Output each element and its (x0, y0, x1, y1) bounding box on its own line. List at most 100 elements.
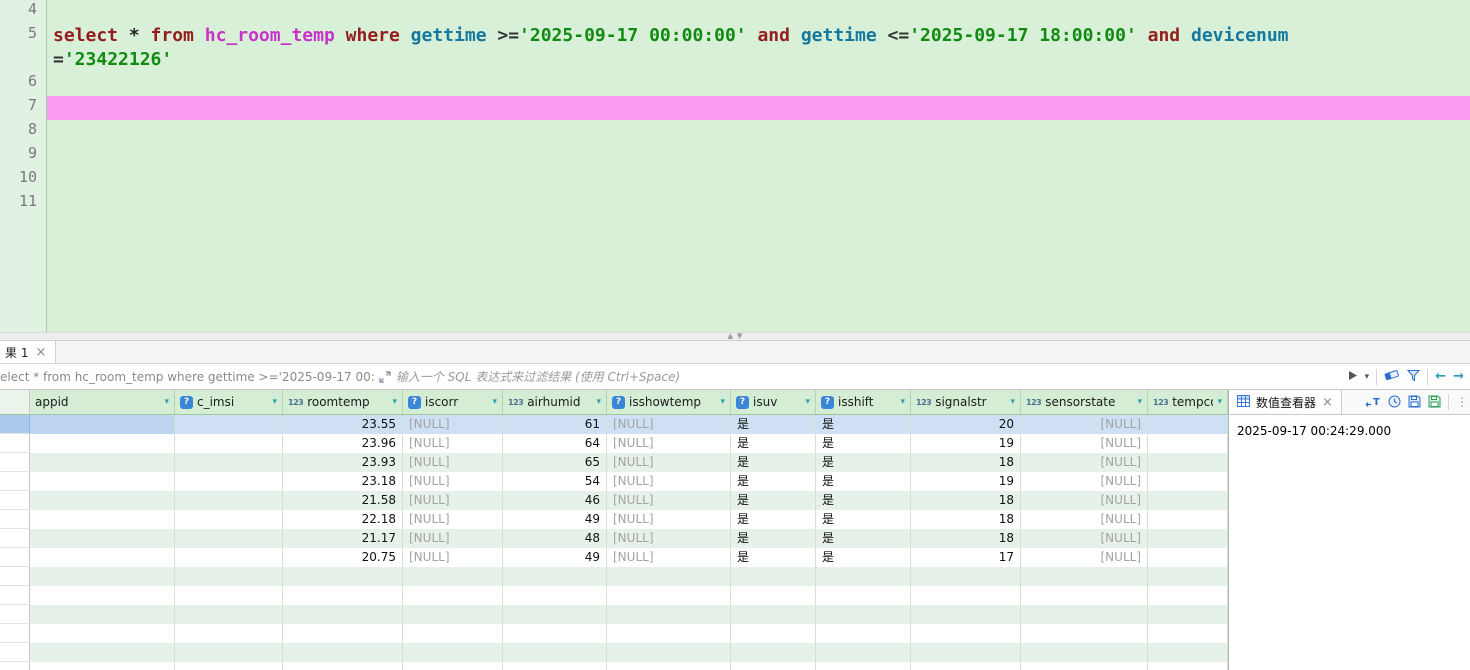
table-cell[interactable]: [NULL] (607, 491, 731, 510)
table-cell[interactable]: 18 (911, 510, 1021, 529)
next-page-icon[interactable]: → (1453, 370, 1464, 383)
column-header-airhumid[interactable]: 123 airhumid ▾ (503, 390, 607, 414)
table-cell[interactable]: 23.18 (283, 472, 403, 491)
table-cell[interactable] (30, 453, 175, 472)
filter-input[interactable] (395, 369, 1348, 384)
table-cell[interactable] (30, 548, 175, 567)
table-cell[interactable] (30, 434, 175, 453)
column-header-roomtemp[interactable]: 123 roomtemp ▾ (283, 390, 403, 414)
table-cell[interactable]: 64 (503, 434, 607, 453)
table-cell[interactable]: 18 (911, 529, 1021, 548)
table-row[interactable]: 20.75 [NULL] 49 [NULL] 是是 17 [NULL] (0, 548, 1228, 567)
table-cell[interactable]: [NULL] (607, 472, 731, 491)
apply-filter-caret-icon[interactable]: ▾ (1365, 372, 1370, 382)
table-cell[interactable]: 17 (911, 548, 1021, 567)
table-cell[interactable]: [NULL] (403, 453, 503, 472)
tab-value-viewer[interactable]: 数值查看器 × (1229, 390, 1342, 414)
table-cell[interactable]: 23.93 (283, 453, 403, 472)
table-cell[interactable]: 61 (503, 415, 607, 434)
table-cell[interactable]: [NULL] (1021, 434, 1148, 453)
table-row[interactable]: 21.17 [NULL] 48 [NULL] 是是 18 [NULL] (0, 529, 1228, 548)
table-cell[interactable] (175, 529, 283, 548)
table-cell[interactable]: [NULL] (403, 491, 503, 510)
table-cell[interactable]: [NULL] (607, 453, 731, 472)
column-header-isshift[interactable]: ? isshift ▾ (816, 390, 911, 414)
column-header-isshowtemp[interactable]: ? isshowtemp ▾ (607, 390, 731, 414)
table-row[interactable]: 23.96 [NULL] 64 [NULL] 是是 19 [NULL] (0, 434, 1228, 453)
table-cell[interactable]: [NULL] (607, 510, 731, 529)
table-cell[interactable]: [NULL] (1021, 415, 1148, 434)
table-cell[interactable]: [NULL] (403, 510, 503, 529)
table-cell[interactable]: [NULL] (403, 529, 503, 548)
table-cell[interactable]: [NULL] (403, 472, 503, 491)
sql-editor[interactable]: 4 5 6 7 8 9 10 11 select * from hc_room_temp wh… (0, 0, 1470, 332)
filter-funnel-icon[interactable] (1407, 369, 1421, 385)
table-cell[interactable]: 是 (816, 548, 911, 567)
table-cell[interactable] (175, 510, 283, 529)
column-filter-dropdown-icon[interactable]: ▾ (492, 397, 497, 407)
column-filter-dropdown-icon[interactable]: ▾ (805, 397, 810, 407)
previous-page-icon[interactable]: ← (1435, 370, 1446, 383)
table-cell[interactable] (175, 453, 283, 472)
column-filter-dropdown-icon[interactable]: ▾ (164, 397, 169, 407)
column-header-tempcorrv[interactable]: 123tempcorrv ▾ (1148, 390, 1228, 414)
table-cell[interactable] (30, 472, 175, 491)
table-cell[interactable]: 是 (731, 529, 816, 548)
column-header-iscorr[interactable]: ? iscorr ▾ (403, 390, 503, 414)
table-cell[interactable] (1148, 415, 1228, 434)
column-filter-dropdown-icon[interactable]: ▾ (392, 397, 397, 407)
column-header-signalstr[interactable]: 123 signalstr ▾ (911, 390, 1021, 414)
table-cell[interactable]: [NULL] (607, 434, 731, 453)
applied-filter-text[interactable]: elect * from hc_room_temp where gettime … (0, 370, 375, 384)
table-cell[interactable]: [NULL] (1021, 529, 1148, 548)
collapse-down-button[interactable]: ▼ (737, 333, 742, 340)
table-cell[interactable]: 19 (911, 434, 1021, 453)
editor-results-splitter[interactable]: ▲ ▼ (0, 332, 1470, 341)
table-cell[interactable]: 22.18 (283, 510, 403, 529)
table-cell[interactable]: 49 (503, 548, 607, 567)
table-row[interactable] (0, 624, 1228, 643)
text-format-icon[interactable]: T (1365, 393, 1381, 412)
table-cell[interactable]: 是 (731, 434, 816, 453)
column-filter-dropdown-icon[interactable]: ▾ (720, 397, 725, 407)
table-cell[interactable]: 是 (731, 415, 816, 434)
table-cell[interactable] (1148, 434, 1228, 453)
table-cell[interactable]: 46 (503, 491, 607, 510)
close-icon[interactable]: × (35, 346, 46, 359)
table-cell[interactable] (175, 415, 283, 434)
table-cell[interactable] (1148, 453, 1228, 472)
close-icon[interactable]: × (1322, 396, 1333, 409)
table-cell[interactable]: 18 (911, 491, 1021, 510)
table-cell[interactable]: 是 (816, 415, 911, 434)
table-row[interactable]: 23.93 [NULL] 65 [NULL] 是是 18 [NULL] (0, 453, 1228, 472)
table-cell[interactable]: [NULL] (1021, 510, 1148, 529)
table-cell[interactable]: [NULL] (1021, 491, 1148, 510)
table-cell[interactable]: 20 (911, 415, 1021, 434)
column-filter-dropdown-icon[interactable]: ▾ (1217, 397, 1222, 407)
table-row[interactable] (0, 643, 1228, 662)
panel-menu-icon[interactable]: ⋮ (1456, 395, 1468, 409)
table-row[interactable] (0, 586, 1228, 605)
table-cell[interactable]: [NULL] (403, 415, 503, 434)
table-row[interactable]: 22.18 [NULL] 49 [NULL] 是是 18 [NULL] (0, 510, 1228, 529)
table-cell[interactable] (1148, 491, 1228, 510)
table-cell[interactable]: 19 (911, 472, 1021, 491)
datetime-format-icon[interactable] (1388, 393, 1401, 412)
table-cell[interactable]: 是 (816, 472, 911, 491)
column-header-appid[interactable]: appid ▾ (30, 390, 175, 414)
table-cell[interactable]: [NULL] (403, 434, 503, 453)
table-cell[interactable]: [NULL] (1021, 548, 1148, 567)
eraser-icon[interactable] (1384, 368, 1400, 385)
tab-results[interactable]: 果 1 × (0, 341, 57, 363)
table-cell[interactable]: 是 (816, 510, 911, 529)
table-cell[interactable]: 是 (816, 434, 911, 453)
column-filter-dropdown-icon[interactable]: ▾ (596, 397, 601, 407)
table-cell[interactable] (175, 491, 283, 510)
table-cell[interactable] (1148, 510, 1228, 529)
table-row[interactable] (0, 567, 1228, 586)
table-cell[interactable] (30, 491, 175, 510)
results-grid[interactable]: appid ▾? c_imsi ▾ 123 roomtemp ▾? iscorr ▾ 123 air… (0, 390, 1228, 670)
column-filter-dropdown-icon[interactable]: ▾ (1010, 397, 1015, 407)
table-cell[interactable]: 54 (503, 472, 607, 491)
column-filter-dropdown-icon[interactable]: ▾ (272, 397, 277, 407)
